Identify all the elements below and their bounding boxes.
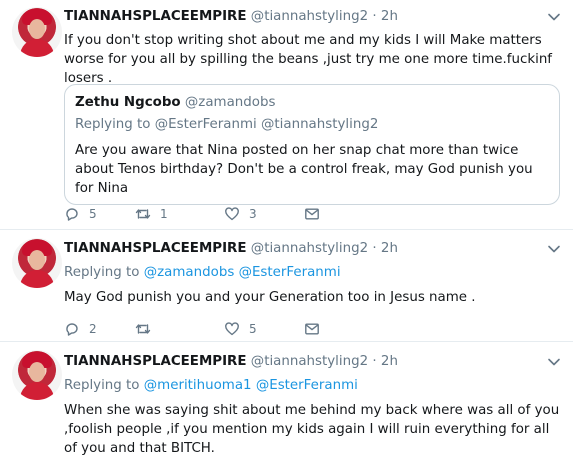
tweet-header: TIANNAHSPLACEEMPIRE @tiannahstyling2 · 2… <box>64 354 398 369</box>
tweet[interactable]: TIANNAHSPLACEEMPIRE @tiannahstyling2 · 2… <box>0 230 573 341</box>
tweet-time[interactable]: · 2h <box>372 241 398 256</box>
quoted-tweet[interactable]: Zethu Ngcobo @zamandobs Replying to @Est… <box>64 84 560 205</box>
tweet-time[interactable]: · 2h <box>372 9 398 24</box>
quoted-author: Zethu Ngcobo @zamandobs <box>75 95 275 110</box>
tweet-header: TIANNAHSPLACEEMPIRE @tiannahstyling2 · 2… <box>64 9 398 24</box>
mention-link[interactable]: @meritihuoma1 <box>144 378 252 393</box>
replying-to: Replying to @meritihuoma1 @EsterFeranmi <box>64 378 358 393</box>
envelope-icon <box>305 208 319 220</box>
author-name[interactable]: TIANNAHSPLACEEMPIRE <box>64 9 247 24</box>
reply-icon <box>66 208 78 221</box>
replying-mentions: @EsterFeranmi @tiannahstyling2 <box>154 117 379 132</box>
like-count: 3 <box>249 207 257 221</box>
avatar-face <box>29 19 45 39</box>
reply-button[interactable]: 2 <box>64 319 97 339</box>
chevron-down-icon[interactable] <box>547 242 561 256</box>
author-handle[interactable]: @tiannahstyling2 <box>251 241 368 256</box>
like-button[interactable]: 3 <box>224 204 257 224</box>
avatar-dress <box>20 39 54 57</box>
avatar-dress <box>20 270 54 288</box>
replying-prefix: Replying to <box>64 378 140 393</box>
like-count: 5 <box>249 322 257 336</box>
mention-link[interactable]: @zamandobs <box>144 265 235 280</box>
heart-icon <box>225 322 239 336</box>
quoted-text: Are you aware that Nina posted on her sn… <box>75 143 533 196</box>
reply-icon <box>66 323 78 336</box>
author-handle[interactable]: @tiannahstyling2 <box>251 354 368 369</box>
chevron-down-icon[interactable] <box>547 10 561 24</box>
replying-prefix: Replying to <box>64 265 140 280</box>
retweet-icon <box>135 209 151 219</box>
author-name[interactable]: TIANNAHSPLACEEMPIRE <box>64 354 247 369</box>
tweet-text: May God punish you and your Generation t… <box>64 290 476 305</box>
replying-prefix: Replying to <box>75 117 151 132</box>
direct-message-button[interactable] <box>304 319 320 339</box>
tweet[interactable]: TIANNAHSPLACEEMPIRE @tiannahstyling2 · 2… <box>0 0 573 229</box>
avatar-face <box>29 250 45 270</box>
tweet[interactable]: TIANNAHSPLACEEMPIRE @tiannahstyling2 · 2… <box>0 342 573 472</box>
reply-count: 5 <box>89 207 97 221</box>
tweet-text: When she was saying shit about me behind… <box>64 403 560 456</box>
retweet-button[interactable]: 1 <box>135 204 168 224</box>
replying-to: Replying to @zamandobs @EsterFeranmi <box>64 265 341 280</box>
retweet-count: 1 <box>160 207 168 221</box>
quoted-author-handle: @zamandobs <box>184 95 276 110</box>
retweet-icon <box>135 324 151 334</box>
avatar-dress <box>20 382 54 400</box>
quoted-replying-to: Replying to @EsterFeranmi @tiannahstylin… <box>75 117 378 132</box>
envelope-icon <box>305 323 319 335</box>
avatar[interactable] <box>12 7 62 57</box>
avatar[interactable] <box>12 350 62 400</box>
avatar-face <box>29 362 45 382</box>
heart-icon <box>225 207 239 221</box>
tweet-time[interactable]: · 2h <box>372 354 398 369</box>
like-button[interactable]: 5 <box>224 319 257 339</box>
direct-message-button[interactable] <box>304 204 320 224</box>
tweet-text: If you don't stop writing shot about me … <box>64 33 553 86</box>
mention-link[interactable]: @EsterFeranmi <box>256 378 358 393</box>
author-handle[interactable]: @tiannahstyling2 <box>251 9 368 24</box>
mention-link[interactable]: @EsterFeranmi <box>239 265 341 280</box>
reply-button[interactable]: 5 <box>64 204 97 224</box>
avatar[interactable] <box>12 238 62 288</box>
tweet-header: TIANNAHSPLACEEMPIRE @tiannahstyling2 · 2… <box>64 241 398 256</box>
chevron-down-icon[interactable] <box>547 355 561 369</box>
reply-count: 2 <box>89 322 97 336</box>
quoted-author-name: Zethu Ngcobo <box>75 95 181 110</box>
retweet-button[interactable] <box>135 319 160 339</box>
author-name[interactable]: TIANNAHSPLACEEMPIRE <box>64 241 247 256</box>
